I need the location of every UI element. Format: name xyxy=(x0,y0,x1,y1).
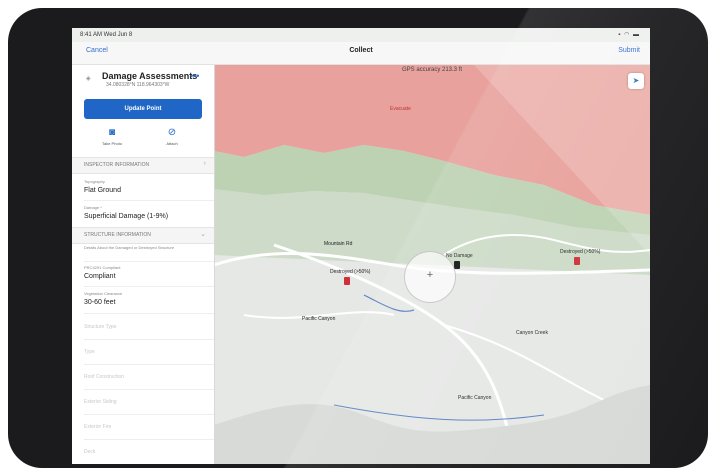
map-view[interactable]: GPS accuracy 213.3 ft ➤ Evacuate Mountai… xyxy=(214,65,650,464)
tablet-device: 8:41 AM Wed Jun 8 ▪ ◠ ▬ Cancel Collect S… xyxy=(8,8,708,468)
gps-accuracy: GPS accuracy 213.3 ft xyxy=(401,67,463,73)
damage-marker[interactable] xyxy=(344,277,350,285)
divider xyxy=(84,389,214,390)
action-label: Attach xyxy=(166,141,178,146)
damage-marker[interactable] xyxy=(574,257,580,265)
marker-label: Destroyed (>50%) xyxy=(560,249,601,255)
status-time: 8:41 AM Wed Jun 8 xyxy=(80,32,133,38)
road-label: Pacific Canyon xyxy=(302,316,336,322)
section-title: INSPECTOR INFORMATION xyxy=(84,162,150,168)
field-label: Vegetation Clearance xyxy=(84,291,123,296)
section-inspector-information[interactable]: INSPECTOR INFORMATION › xyxy=(72,157,214,174)
app-screen: 8:41 AM Wed Jun 8 ▪ ◠ ▬ Cancel Collect S… xyxy=(72,28,650,464)
road-label: Canyon Creek xyxy=(516,330,548,336)
divider xyxy=(84,364,214,365)
action-label: Take Photo xyxy=(101,141,122,146)
compliance-field[interactable]: Compliant xyxy=(84,273,116,280)
take-photo-button[interactable]: ◙ Take Photo xyxy=(92,127,132,146)
road-label: Pacific Canyon xyxy=(458,395,492,401)
attach-button[interactable]: ⊘ Attach xyxy=(152,127,192,146)
field-label: Damage * xyxy=(84,205,102,210)
crosshair-icon[interactable]: + xyxy=(404,251,456,303)
type-field[interactable]: Type xyxy=(84,349,95,355)
section-structure-information[interactable]: STRUCTURE INFORMATION ⌄ xyxy=(72,227,214,244)
layer-coordinates: 34.080328°N 118.964303°W xyxy=(106,82,170,88)
divider xyxy=(84,439,214,440)
divider xyxy=(84,414,214,415)
road-label: Mountain Rd xyxy=(324,241,353,247)
submit-button[interactable]: Submit xyxy=(618,47,640,54)
exterior-siding-field[interactable]: Exterior Siding xyxy=(84,399,117,405)
layer-icon: ◈ xyxy=(86,76,91,82)
chevron-down-icon: ⌄ xyxy=(200,231,206,238)
fire-zone-label: Evacuate xyxy=(390,106,411,112)
form-panel: ◈ Damage Assessments 34.080328°N 118.964… xyxy=(72,65,215,464)
deck-field[interactable]: Deck xyxy=(84,449,95,455)
divider xyxy=(84,339,214,340)
divider xyxy=(84,286,214,287)
divider xyxy=(84,200,214,201)
vegetation-clearance-field[interactable]: 30-60 feet xyxy=(84,299,116,306)
status-bar: 8:41 AM Wed Jun 8 ▪ ◠ ▬ xyxy=(72,28,650,42)
location-arrow-icon[interactable]: ➤ xyxy=(628,73,644,89)
camera-icon: ◙ xyxy=(108,127,116,138)
layer-title: Damage Assessments xyxy=(102,71,198,81)
structure-type-field[interactable]: Structure Type xyxy=(84,324,116,330)
marker-label: No Damage xyxy=(446,253,473,259)
field-label: Details About the Damaged or Destroyed S… xyxy=(84,245,175,250)
roof-construction-field[interactable]: Roof Construction xyxy=(84,374,124,380)
system-indicators-icon: ▪ ◠ ▬ xyxy=(618,32,640,38)
more-options-button[interactable]: ••• xyxy=(190,71,199,81)
topography-field[interactable]: Flat Ground xyxy=(84,187,121,194)
paperclip-icon: ⊘ xyxy=(167,127,177,138)
damage-field[interactable]: Superficial Damage (1-9%) xyxy=(84,213,168,220)
navigation-bar: Cancel Collect Submit xyxy=(72,42,650,65)
chevron-right-icon: › xyxy=(203,160,206,167)
exterior-fire-field[interactable]: Exterior Fire xyxy=(84,424,111,430)
field-label: PRC4291 Compliant xyxy=(84,265,121,270)
divider xyxy=(84,313,214,314)
marker-label: Destroyed (>50%) xyxy=(330,269,371,275)
page-title: Collect xyxy=(349,47,373,54)
damage-marker[interactable] xyxy=(454,261,460,269)
update-point-button[interactable]: Update Point xyxy=(84,99,202,119)
divider xyxy=(84,261,214,262)
field-label: Topography xyxy=(84,179,105,184)
section-title: STRUCTURE INFORMATION xyxy=(84,232,151,238)
